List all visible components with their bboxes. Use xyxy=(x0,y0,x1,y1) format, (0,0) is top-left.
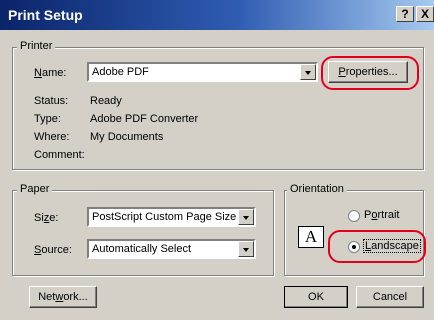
where-label: Where: xyxy=(34,131,70,143)
title-bar: Print Setup ? X xyxy=(0,0,434,30)
chevron-down-icon[interactable] xyxy=(238,241,254,257)
printer-name-label: Name: xyxy=(34,67,67,79)
paper-source-label: Source: xyxy=(34,244,72,256)
printer-name-select[interactable]: Adobe PDF xyxy=(87,62,318,82)
paper-source-value: Automatically Select xyxy=(92,243,192,255)
orientation-group-legend: Orientation xyxy=(287,183,347,195)
close-button[interactable]: X xyxy=(416,6,434,22)
comment-label: Comment: xyxy=(34,149,85,161)
type-value: Adobe PDF Converter xyxy=(90,113,199,125)
paper-size-select[interactable]: PostScript Custom Page Size xyxy=(87,207,256,227)
network-button[interactable]: Network... xyxy=(29,286,97,308)
chevron-down-icon[interactable] xyxy=(238,209,254,225)
printer-name-value: Adobe PDF xyxy=(92,66,149,78)
paper-size-label: Size: xyxy=(34,212,59,224)
highlight-marker xyxy=(328,230,426,263)
chevron-down-icon[interactable] xyxy=(300,64,316,80)
paper-size-value: PostScript Custom Page Size xyxy=(92,211,237,223)
status-label: Status: xyxy=(34,95,69,107)
help-icon: ? xyxy=(401,7,409,21)
paper-source-select[interactable]: Automatically Select xyxy=(87,239,256,259)
window-title: Print Setup xyxy=(8,7,83,23)
highlight-marker xyxy=(321,56,419,90)
portrait-label[interactable]: Portrait xyxy=(364,209,399,221)
portrait-radio[interactable] xyxy=(348,210,360,222)
paper-group-legend: Paper xyxy=(17,183,53,195)
where-value: My Documents xyxy=(90,131,164,143)
paper-group xyxy=(12,190,274,276)
printer-group-legend: Printer xyxy=(17,40,56,52)
help-button[interactable]: ? xyxy=(396,6,414,22)
ok-button[interactable]: OK xyxy=(284,286,348,308)
cancel-button[interactable]: Cancel xyxy=(356,286,424,308)
landscape-page-icon: A xyxy=(298,226,324,248)
status-value: Ready xyxy=(90,95,122,107)
type-label: Type: xyxy=(34,113,61,125)
close-icon: X xyxy=(420,7,429,21)
